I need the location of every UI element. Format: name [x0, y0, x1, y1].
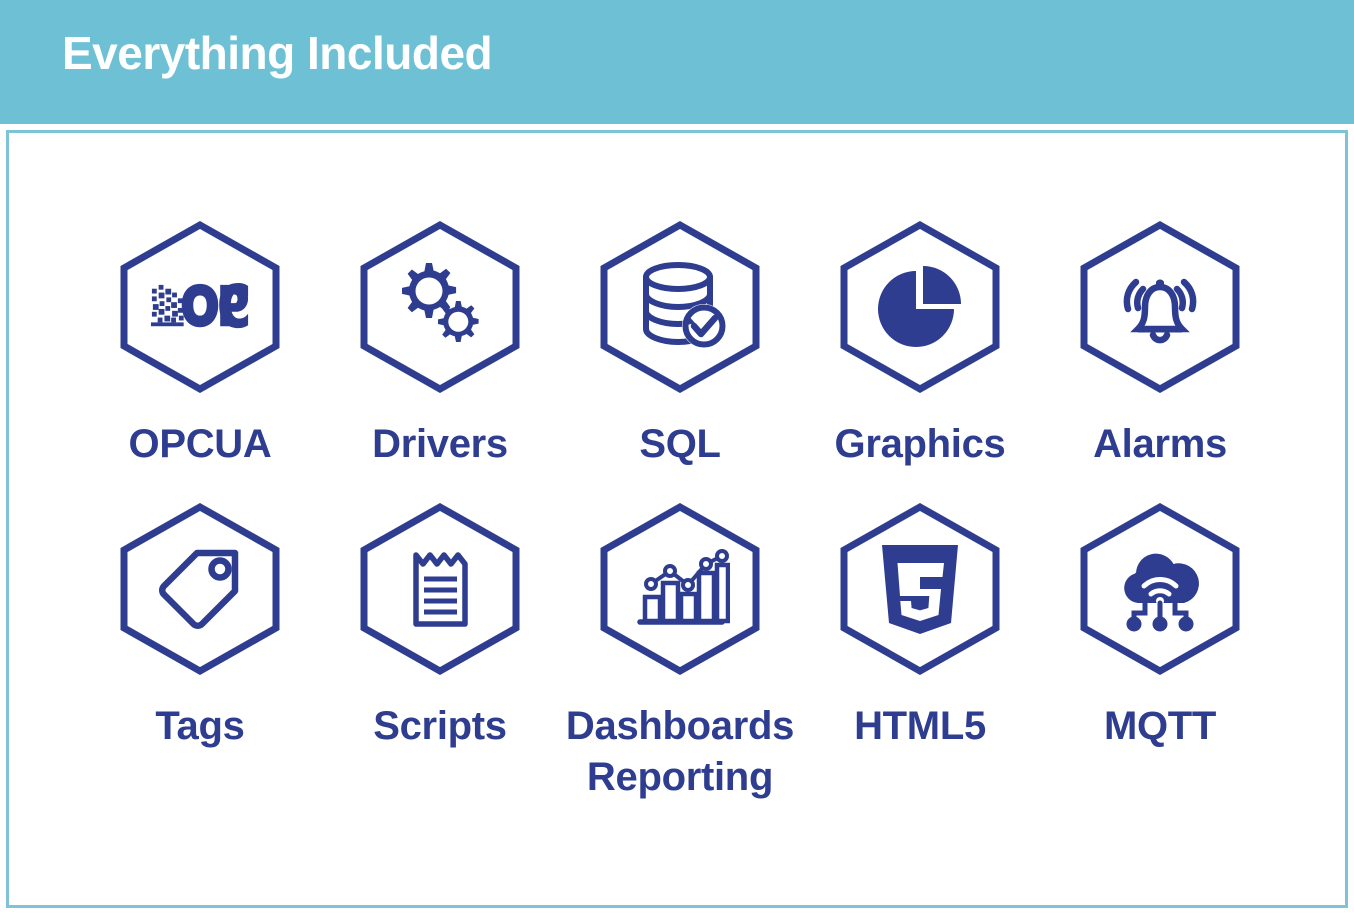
- bar-chart-trend-icon: [630, 539, 730, 639]
- script-document-icon: [390, 539, 490, 639]
- gears-icon: [390, 257, 490, 357]
- feature-tile-alarms[interactable]: Alarms: [1040, 221, 1280, 470]
- hexagon-frame: [118, 221, 282, 393]
- feature-tile-scripts[interactable]: Scripts: [320, 503, 560, 752]
- database-check-icon: [630, 257, 730, 357]
- feature-tile-opcua[interactable]: OPCUA: [80, 221, 320, 470]
- price-tag-icon: [150, 539, 250, 639]
- slide-root: Everything Included OPCUA Drivers SQL Gr…: [0, 0, 1354, 914]
- feature-tile-mqtt[interactable]: MQTT: [1040, 503, 1280, 752]
- feature-tile-html5[interactable]: HTML5: [800, 503, 1040, 752]
- hexagon-frame: [598, 221, 762, 393]
- ringing-bell-icon: [1110, 257, 1210, 357]
- feature-label: Scripts: [373, 704, 507, 749]
- hexagon-frame: [118, 503, 282, 676]
- hexagon-frame: [838, 503, 1002, 676]
- feature-tile-tags[interactable]: Tags: [80, 503, 320, 752]
- cloud-wifi-nodes-icon: [1110, 539, 1210, 639]
- feature-label: SQL: [639, 422, 721, 466]
- feature-row: OPCUA Drivers SQL Graphics Alarms: [9, 221, 1351, 470]
- hexagon-frame: [838, 221, 1002, 393]
- pie-chart-icon: [870, 257, 970, 357]
- feature-tile-graphics[interactable]: Graphics: [800, 221, 1040, 470]
- feature-label: Graphics: [834, 422, 1006, 466]
- header-bar: Everything Included: [0, 0, 1354, 124]
- feature-label: Alarms: [1093, 422, 1227, 466]
- hexagon-frame: [598, 503, 762, 676]
- page-title: Everything Included: [62, 27, 493, 79]
- hexagon-frame: [358, 503, 522, 676]
- feature-grid: OPCUA Drivers SQL Graphics Alarms Tags S…: [9, 133, 1351, 911]
- hexagon-frame: [1078, 503, 1242, 676]
- hexagon-frame: [358, 221, 522, 393]
- feature-label: Drivers: [372, 422, 508, 466]
- feature-tile-sql[interactable]: SQL: [560, 221, 800, 470]
- feature-label: Tags: [155, 704, 245, 749]
- opc-foundation-logo-icon: [150, 257, 250, 357]
- hexagon-frame: [1078, 221, 1242, 393]
- content-panel: OPCUA Drivers SQL Graphics Alarms Tags S…: [6, 130, 1348, 908]
- feature-label: MQTT: [1103, 704, 1217, 749]
- feature-label: HTML5: [854, 704, 986, 749]
- feature-label: OPCUA: [128, 422, 272, 466]
- feature-label: Dashboards Reporting: [565, 704, 795, 800]
- feature-tile-dashboards-reporting[interactable]: Dashboards Reporting: [560, 503, 800, 803]
- html5-shield-icon: [870, 539, 970, 639]
- feature-row: Tags Scripts Dashboards Reporting HTML5 …: [9, 503, 1351, 803]
- feature-tile-drivers[interactable]: Drivers: [320, 221, 560, 470]
